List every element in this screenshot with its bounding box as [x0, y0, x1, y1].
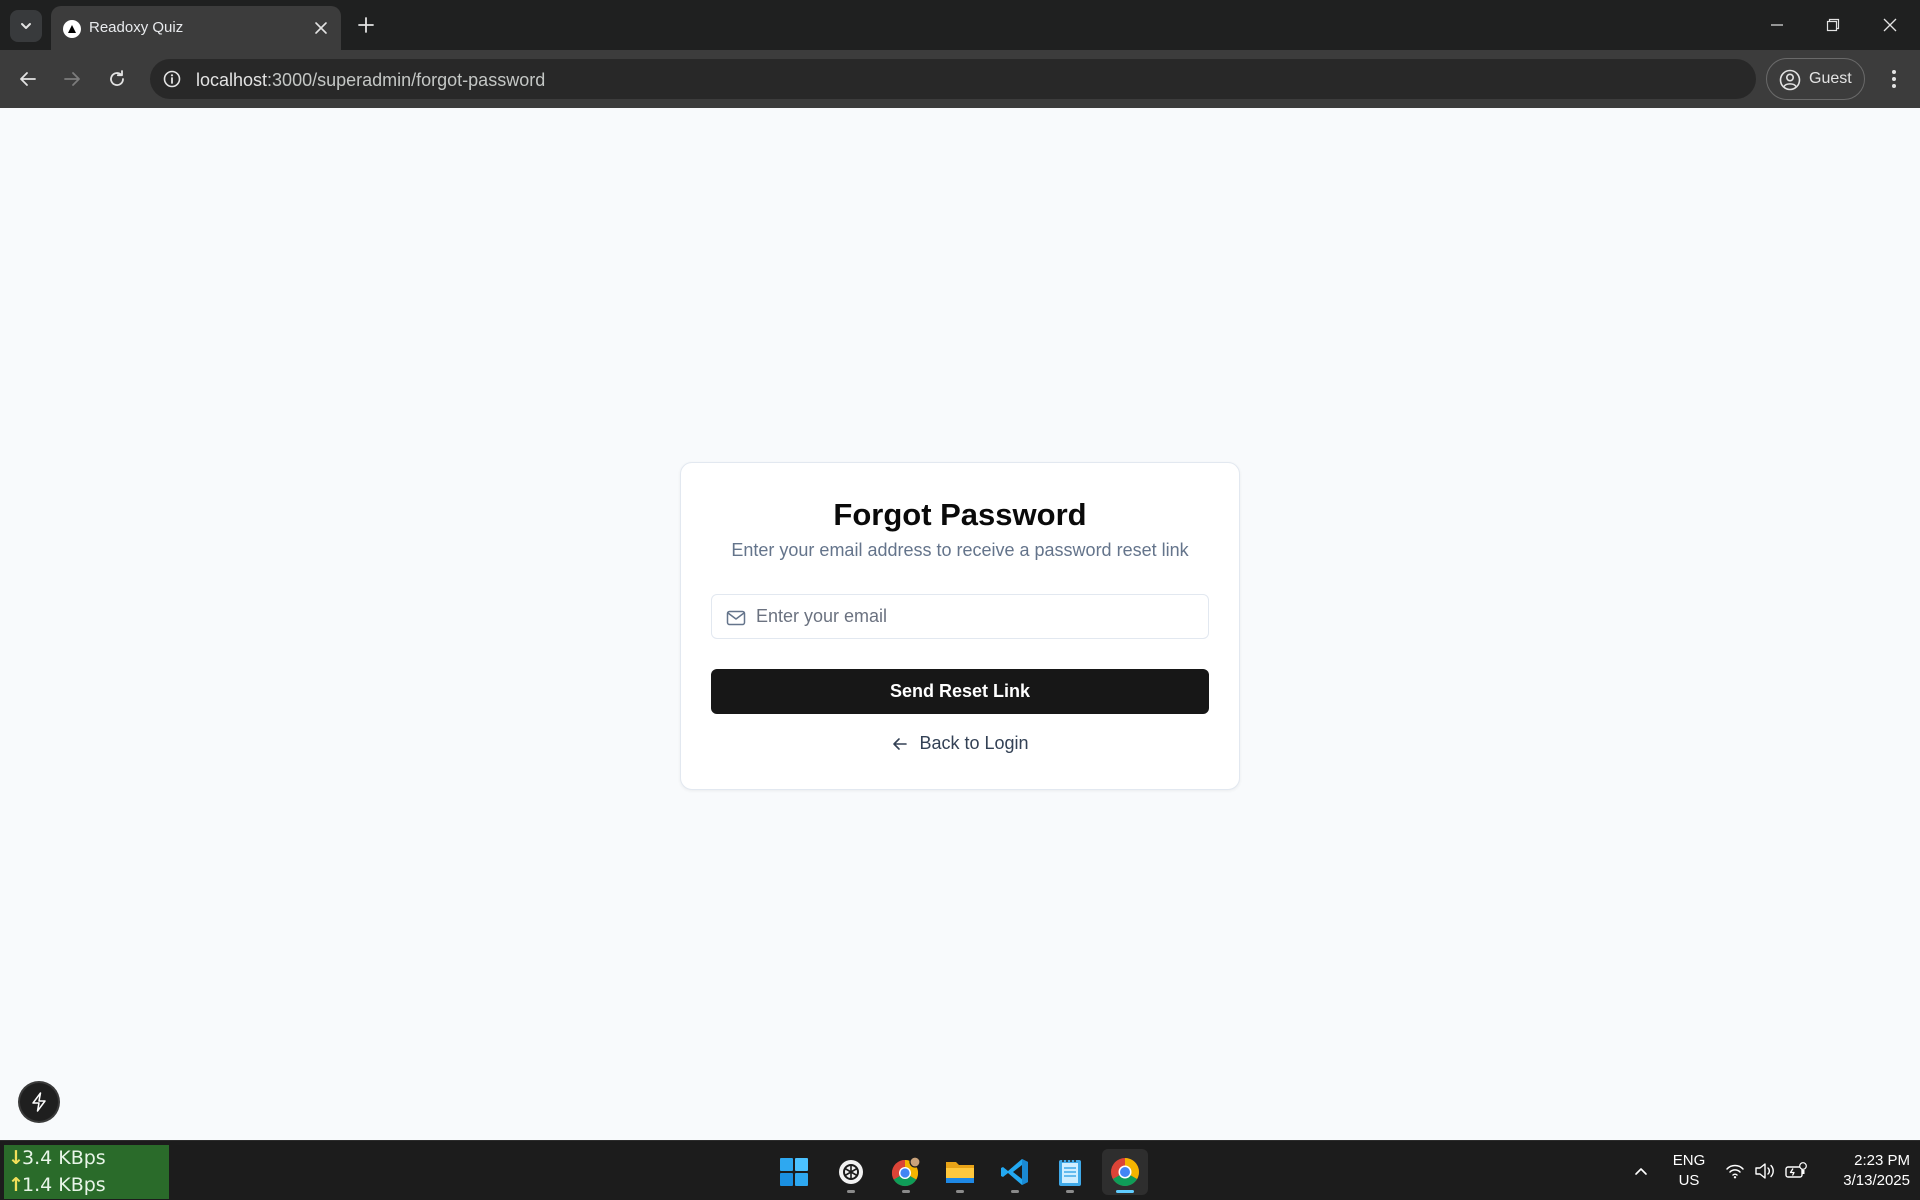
arrow-left-icon	[893, 737, 908, 750]
send-reset-link-button[interactable]: Send Reset Link	[711, 669, 1209, 714]
dev-tools-indicator[interactable]	[20, 1083, 58, 1121]
network-monitor-widget: ↓3.4 KBps ↑1.4 KBps	[4, 1145, 169, 1199]
region-code: US	[1678, 1172, 1700, 1189]
system-clock[interactable]: 2:23 PM 3/13/2025	[1810, 1151, 1910, 1191]
language-indicator[interactable]: ENG US	[1666, 1151, 1712, 1191]
profile-button[interactable]: Guest	[1766, 58, 1865, 100]
minimize-window-icon[interactable]	[1764, 12, 1790, 38]
forward-nav-icon[interactable]	[57, 64, 87, 94]
nextjs-favicon-icon	[63, 20, 81, 38]
chevron-down-icon	[21, 23, 31, 29]
lightning-bolt-icon	[32, 1092, 46, 1112]
restore-window-icon[interactable]	[1820, 12, 1846, 38]
net-up-speed: 1.4 KBps	[22, 1174, 106, 1196]
running-indicator	[1066, 1190, 1074, 1193]
taskbar-app-chatgpt[interactable]	[828, 1149, 874, 1195]
download-arrow-icon: ↓	[8, 1147, 24, 1169]
new-tab-icon[interactable]	[354, 13, 378, 37]
running-indicator	[956, 1190, 964, 1193]
url-host: localhost	[196, 70, 268, 90]
taskbar-app-notepad[interactable]	[1047, 1149, 1093, 1195]
language-code: ENG	[1672, 1152, 1706, 1169]
url-text: localhost:3000/superadmin/forgot-passwor…	[196, 70, 545, 91]
kebab-menu-icon[interactable]	[1880, 64, 1908, 94]
windows-taskbar: ↓3.4 KBps ↑1.4 KBps ENG US 2:23 PM 3/13/…	[0, 1140, 1920, 1200]
taskbar-app-chrome[interactable]	[1102, 1149, 1148, 1195]
page-title: Forgot Password	[833, 497, 1087, 532]
taskbar-app-chrome-profile[interactable]	[883, 1149, 929, 1195]
clock-date: 3/13/2025	[1843, 1172, 1910, 1189]
tab-search-button[interactable]	[10, 10, 42, 42]
notepad-icon	[1059, 1158, 1081, 1186]
url-path: :3000/superadmin/forgot-password	[267, 70, 546, 90]
forgot-password-card: Forgot Password Enter your email address…	[680, 462, 1240, 790]
close-tab-icon[interactable]	[313, 20, 329, 36]
back-to-login-link[interactable]: Back to Login	[681, 733, 1239, 754]
start-button[interactable]	[771, 1149, 817, 1195]
back-to-login-label: Back to Login	[919, 733, 1029, 753]
chatgpt-icon	[839, 1160, 863, 1184]
close-window-icon[interactable]	[1877, 12, 1903, 38]
clock-time: 2:23 PM	[1854, 1152, 1910, 1169]
back-nav-icon[interactable]	[13, 64, 43, 94]
address-bar[interactable]: localhost:3000/superadmin/forgot-passwor…	[150, 59, 1756, 99]
upload-arrow-icon: ↑	[8, 1174, 24, 1196]
vscode-icon	[1001, 1159, 1028, 1185]
chrome-profile-icon	[891, 1156, 921, 1187]
browser-toolbar: localhost:3000/superadmin/forgot-passwor…	[0, 50, 1920, 108]
running-indicator	[1011, 1190, 1019, 1193]
page-viewport: Forgot Password Enter your email address…	[0, 108, 1920, 1140]
windows-logo-icon	[780, 1158, 808, 1186]
taskbar-app-vscode[interactable]	[992, 1149, 1038, 1195]
net-down-speed: 3.4 KBps	[22, 1147, 106, 1169]
running-indicator	[902, 1190, 910, 1193]
guest-profile-icon	[1779, 69, 1801, 91]
chrome-icon	[1111, 1158, 1139, 1186]
mail-icon	[726, 610, 746, 626]
reload-icon[interactable]	[102, 64, 132, 94]
taskbar-app-file-explorer[interactable]	[937, 1149, 983, 1195]
active-app-indicator	[1116, 1190, 1134, 1193]
profile-label: Guest	[1809, 70, 1852, 87]
tab-title: Readoxy Quiz	[89, 19, 184, 36]
site-info-icon[interactable]	[162, 69, 182, 89]
page-subtitle: Enter your email address to receive a pa…	[731, 540, 1189, 560]
folder-icon	[946, 1162, 974, 1183]
battery-status-icon[interactable]	[1783, 1141, 1809, 1200]
browser-tab-active[interactable]: Readoxy Quiz	[51, 6, 341, 50]
wifi-icon[interactable]	[1723, 1141, 1747, 1200]
email-input[interactable]	[756, 595, 1196, 638]
show-hidden-icons-chevron-up-icon[interactable]	[1628, 1141, 1654, 1200]
running-indicator	[847, 1190, 855, 1193]
email-field[interactable]	[711, 594, 1209, 639]
volume-icon[interactable]	[1753, 1141, 1777, 1200]
browser-tab-strip: Readoxy Quiz	[0, 0, 1920, 50]
